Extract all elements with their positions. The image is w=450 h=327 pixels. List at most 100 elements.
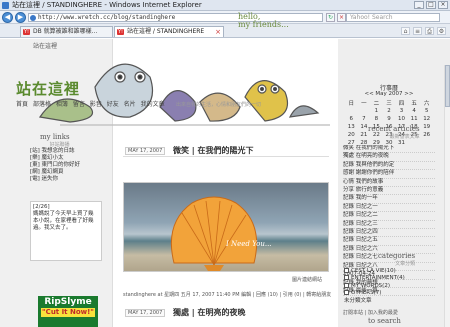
nav-home[interactable]: 首頁 <box>16 101 28 108</box>
maximize-button[interactable]: □ <box>426 1 436 9</box>
subscribe-link[interactable]: 訂閱本站 | 加入我的最愛 <box>343 309 398 316</box>
link-item[interactable]: [電] 迷失你 <box>30 176 80 183</box>
tab-1[interactable]: Y! DB 就算被誰和誰哪樣... <box>20 26 113 37</box>
post-meta[interactable]: standinghere at 星期四 五月 17, 2007 11:40 PM… <box>123 291 331 298</box>
address-bar: ◀ ▶ http://www.wretch.cc/blog/standinghe… <box>0 11 450 24</box>
refresh-icon[interactable]: ↻ <box>326 13 335 22</box>
link-item[interactable]: [網] 魔幻網頁 <box>30 169 80 176</box>
checkbox-icon <box>344 282 349 288</box>
nav-articles[interactable]: 我的文章 <box>141 101 165 108</box>
tab-2[interactable]: Y! 站在這裡 / STANDINGHERE × <box>114 26 224 37</box>
post-photo[interactable] <box>123 182 329 272</box>
nav-video[interactable]: 影音 <box>90 101 102 108</box>
calendar-day[interactable]: 13 <box>345 123 358 131</box>
links-list: [站] 我想念的日誌 [樂] 魔幻小太 [東] 東門口的你好好 [網] 魔幻網頁… <box>30 148 80 183</box>
scrollbar-thumb[interactable] <box>445 65 450 107</box>
recent-article-item[interactable]: 記錄 日記之五 <box>343 237 435 246</box>
tab-favicon: Y! <box>23 29 30 35</box>
photo-credit[interactable]: 圖片連結網站 <box>292 276 322 283</box>
post-date: MAY 17, 2007 <box>125 309 166 317</box>
nav-card[interactable]: 名片 <box>124 101 136 108</box>
links-title: my links <box>40 133 70 141</box>
tab-label: DB 就算被誰和誰哪樣... <box>33 28 98 35</box>
calendar-day[interactable]: 3 <box>395 107 408 115</box>
categories-list: CEST LA VIE(10) ENTERTAINMENT(4) MY WORD… <box>344 268 405 305</box>
recent-article-item[interactable]: 感謝 謝謝你們的陪伴 <box>343 170 435 179</box>
calendar-day[interactable]: 19 <box>420 123 433 131</box>
category-item[interactable]: ENTERTAINMENT(4) <box>344 275 405 282</box>
recent-article-item[interactable]: 記錄 日記之二 <box>343 212 435 221</box>
category-label: ENTERTAINMENT(4) <box>351 275 405 282</box>
nav-album[interactable]: 相簿 <box>56 101 68 108</box>
calendar-day-header: 五 <box>411 101 417 107</box>
link-item[interactable]: [站] 我想念的日誌 <box>30 148 80 155</box>
feeds-icon[interactable]: ≡ <box>413 27 422 35</box>
post-header: MAY 17, 2007 微笑 | 在我們的陽光下 <box>123 145 329 157</box>
nav-blog[interactable]: 部落格 <box>33 101 51 108</box>
calendar-day[interactable]: 5 <box>420 107 433 115</box>
categories-subtitle: 文章分類 <box>395 261 416 267</box>
recent-article-item[interactable]: 記錄 我的一年 <box>343 195 435 204</box>
calendar-week: 6 7 8 9 10 11 12 <box>345 115 433 123</box>
close-button[interactable]: × <box>438 1 448 9</box>
home-icon[interactable]: ⌂ <box>401 27 410 35</box>
category-item[interactable]: 未分類文章 <box>344 298 405 305</box>
post-title[interactable]: 獨處 | 在明亮的夜晚 <box>173 307 246 318</box>
link-item[interactable]: [樂] 魔幻小太 <box>30 155 80 162</box>
close-tab-icon[interactable]: × <box>215 27 221 37</box>
back-button[interactable]: ◀ <box>2 12 13 23</box>
calendar-day[interactable]: 1 <box>370 107 383 115</box>
category-item[interactable]: MY WORDS(2) <box>344 282 405 290</box>
hello-text: hello, my friends... <box>238 12 289 29</box>
calendar-day-header: 六 <box>423 101 430 107</box>
calendar-day[interactable]: 4 <box>408 107 421 115</box>
stop-icon[interactable]: × <box>337 13 346 22</box>
print-icon[interactable]: ⎙ <box>425 27 434 35</box>
recent-article-item[interactable]: 記錄 我與他們的約定 <box>343 162 435 171</box>
recent-article-item[interactable]: 記錄 日記之一 <box>343 204 435 213</box>
calendar-day[interactable]: 6 <box>345 115 358 123</box>
forward-button[interactable]: ▶ <box>15 12 26 23</box>
shell-image <box>170 196 258 271</box>
ie-logo-icon <box>2 2 9 9</box>
scrollbar[interactable] <box>444 65 450 327</box>
calendar-day[interactable]: 7 <box>358 115 371 123</box>
nav-guestbook[interactable]: 留言 <box>73 101 85 108</box>
ad-line2: "Cut It Now!" <box>41 308 95 317</box>
calendar-day-header: 日 <box>348 101 355 107</box>
recent-article-item[interactable]: 心情 我們的故事 <box>343 179 435 188</box>
post-title[interactable]: 微笑 | 在我們的陽光下 <box>173 145 254 156</box>
recent-title: recent articles <box>368 125 420 133</box>
links-subtitle: 好站聯播 <box>49 142 70 148</box>
links-heading: my links 好站聯播 <box>40 133 70 148</box>
site-title[interactable]: 站在這裡 <box>16 78 80 99</box>
nav-friends[interactable]: 好友 <box>107 101 119 108</box>
tools-icon[interactable]: ⚙ <box>437 27 446 35</box>
checkbox-icon <box>344 268 349 273</box>
calendar-day-header: 一 <box>361 101 367 107</box>
recent-heading: recent articles 最新發表文章 <box>368 125 420 140</box>
tab-label: 站在這裡 / STANDINGHERE <box>127 28 205 35</box>
calendar-day[interactable]: 11 <box>408 115 421 123</box>
calendar-day[interactable]: 10 <box>395 115 408 123</box>
ad-banner[interactable]: RipSlyme "Cut It Now!" <box>38 296 98 327</box>
calendar-day[interactable]: 12 <box>420 115 433 123</box>
recent-article-item[interactable]: 獨處 在明亮的夜晚 <box>343 153 435 162</box>
calendar-week: 12345 <box>345 107 433 115</box>
category-item[interactable]: OTHERS(7) <box>344 290 405 297</box>
calendar-day[interactable]: 26 <box>420 131 433 139</box>
recent-article-item[interactable]: 記錄 日記之三 <box>343 221 435 230</box>
minimize-button[interactable]: _ <box>414 1 424 9</box>
calendar-day[interactable]: 20 <box>345 131 358 139</box>
link-item[interactable]: [東] 東門口的你好好 <box>30 162 80 169</box>
calendar-day[interactable]: 9 <box>383 115 396 123</box>
categories-title: categories <box>378 252 416 260</box>
main-nav: 首頁 部落格 相簿 留言 影音 好友 名片 我的文章 <box>16 99 168 108</box>
calendar-month[interactable]: << May 2007 >> <box>352 91 426 97</box>
calendar-day[interactable]: 2 <box>383 107 396 115</box>
url-text: http://www.wretch.cc/blog/standinghere <box>38 14 176 21</box>
calendar-day-header: 四 <box>398 101 405 107</box>
search-input[interactable]: Yahoo! Search <box>346 13 440 22</box>
category-item[interactable]: CEST LA VIE(10) <box>344 268 405 275</box>
calendar-day[interactable]: 8 <box>370 115 383 123</box>
